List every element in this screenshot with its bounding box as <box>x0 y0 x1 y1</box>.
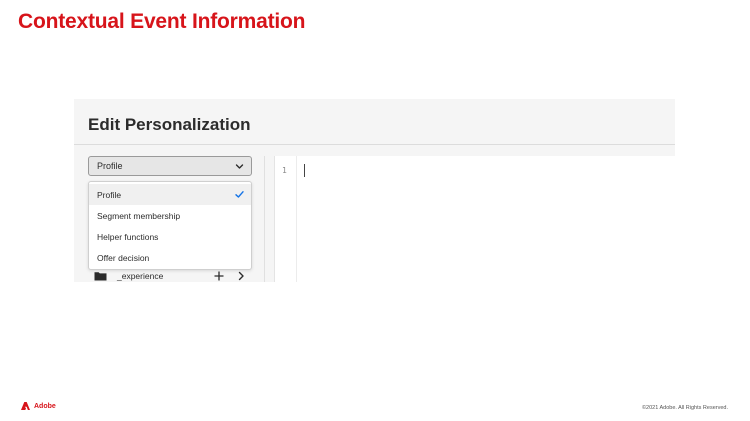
chevron-down-icon <box>235 162 244 171</box>
copyright-notice: ©2021 Adobe. All Rights Reserved. <box>642 405 728 411</box>
brand-name: Adobe <box>34 402 56 410</box>
menu-item-label: Profile <box>97 189 122 200</box>
menu-item-label: Helper functions <box>97 231 159 242</box>
attribute-source-picker[interactable]: Profile <box>88 156 252 176</box>
menu-item-label: Segment membership <box>97 210 181 221</box>
line-number: 1 <box>282 166 287 175</box>
panel-divider <box>74 144 675 145</box>
menu-item-offer-decision[interactable]: Offer decision <box>89 247 251 268</box>
chevron-right-icon[interactable] <box>237 271 245 281</box>
adobe-logo-icon <box>21 402 30 410</box>
menu-item-label: Offer decision <box>97 252 150 263</box>
picker-menu: Profile Segment membership Helper functi… <box>88 181 252 270</box>
slide: Contextual Event Information Edit Person… <box>0 0 750 421</box>
plus-icon[interactable] <box>214 271 224 281</box>
text-caret <box>304 164 305 177</box>
expression-editor[interactable]: 1 <box>274 156 675 282</box>
panel-splitter[interactable] <box>264 156 265 282</box>
menu-item-segment-membership[interactable]: Segment membership <box>89 205 251 226</box>
edit-personalization-panel: Edit Personalization Profile Profile Seg… <box>74 99 675 282</box>
menu-item-helper-functions[interactable]: Helper functions <box>89 226 251 247</box>
slide-title: Contextual Event Information <box>18 10 306 33</box>
checkmark-icon <box>235 190 244 199</box>
folder-icon <box>94 271 107 281</box>
adobe-logo: Adobe <box>21 402 56 410</box>
picker-value: Profile <box>97 161 123 171</box>
panel-title: Edit Personalization <box>88 115 251 134</box>
editor-gutter: 1 <box>275 156 297 282</box>
tree-item-label: _experience <box>117 271 164 281</box>
menu-item-profile[interactable]: Profile <box>89 184 251 205</box>
